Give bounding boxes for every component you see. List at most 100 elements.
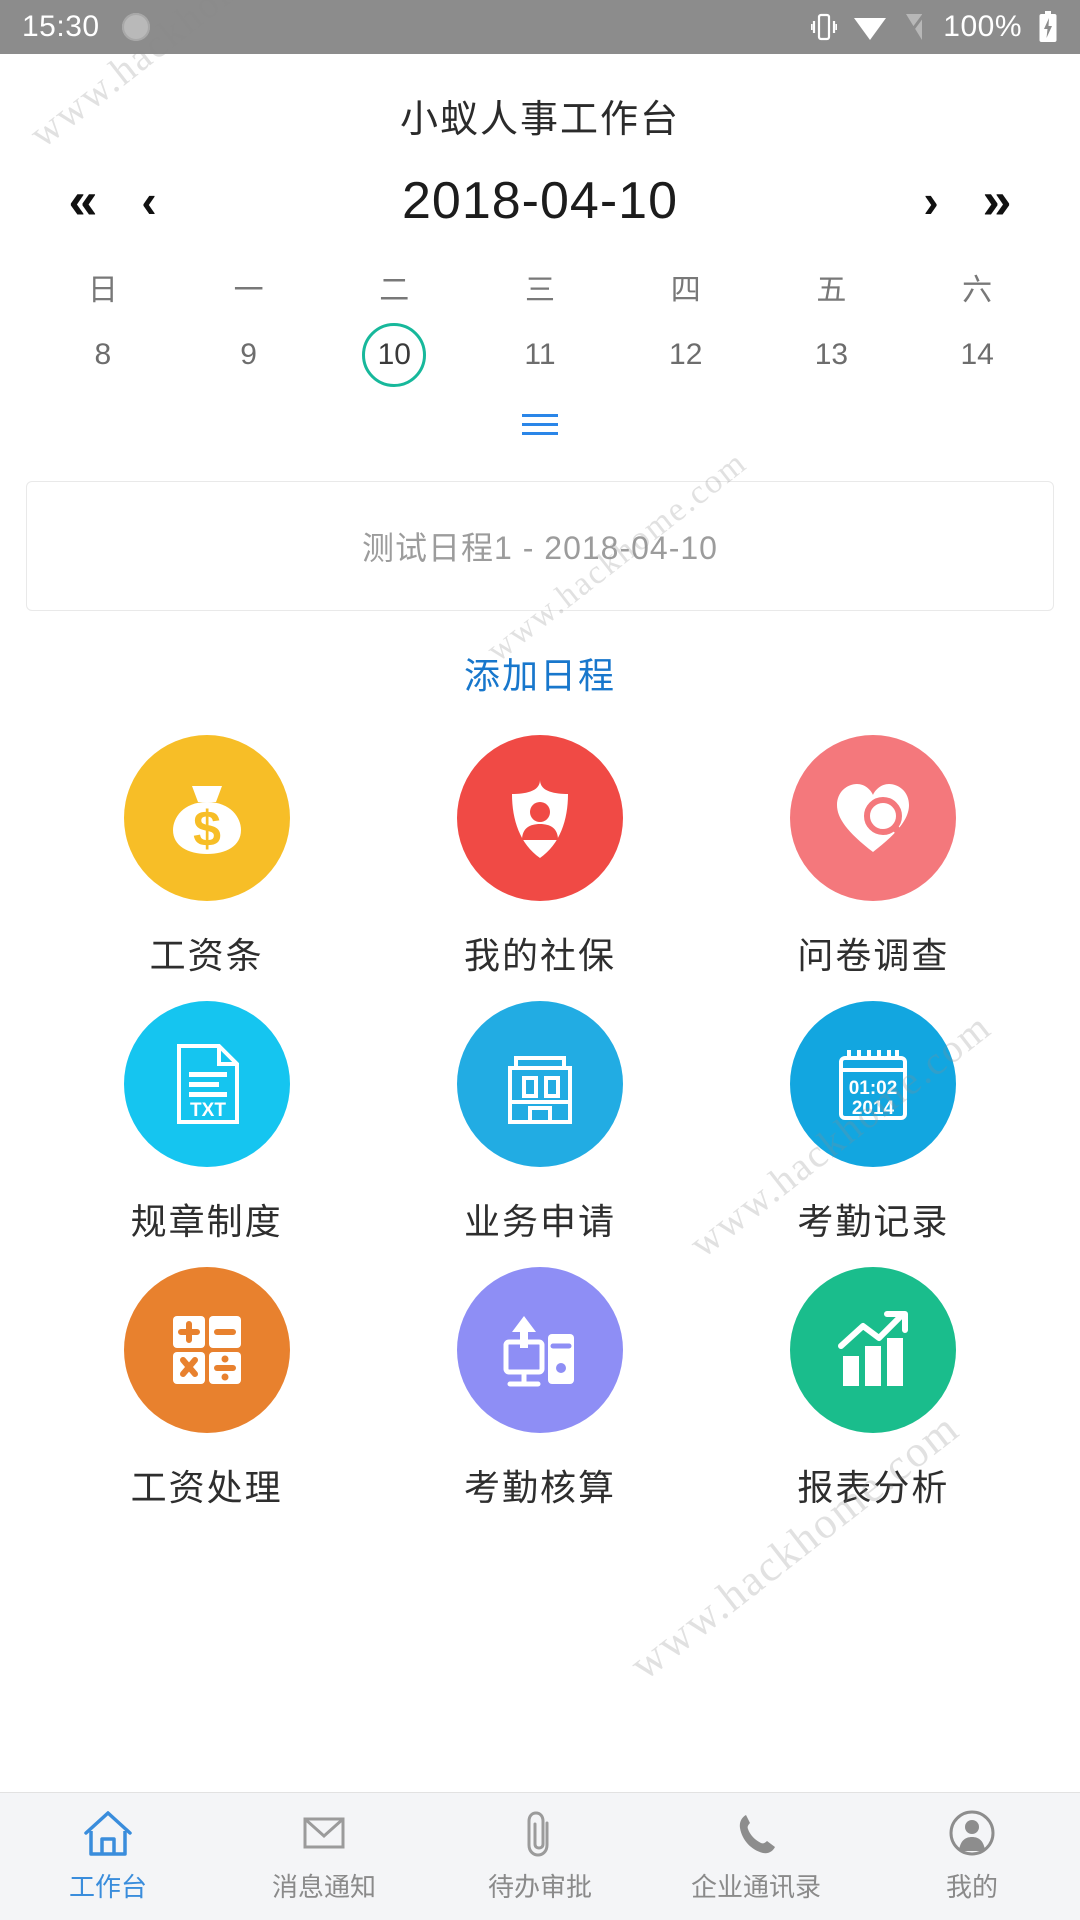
app-icon-circle: TXT <box>123 1001 290 1167</box>
calendar-clock-icon: 01:02 2014 <box>839 1050 908 1120</box>
phone-icon <box>739 1815 775 1854</box>
app-tile-report-analysis[interactable]: 报表分析 <box>707 1267 1040 1511</box>
app-tile-social-insurance[interactable]: 我的社保 <box>373 735 706 979</box>
upload-device-icon <box>503 1316 574 1387</box>
app-tile-survey[interactable]: 问卷调查 <box>707 735 1040 979</box>
app-tile-attendance-accounting[interactable]: 考勤核算 <box>373 1267 706 1511</box>
status-bar: 15:30 100% <box>0 0 1080 54</box>
heart-search-icon <box>837 784 911 852</box>
vibrate-icon <box>811 13 838 41</box>
calendar-day-number: 13 <box>814 338 849 371</box>
battery-charging-icon <box>1039 11 1057 42</box>
calendar-day-number: 14 <box>960 338 994 371</box>
weekday-label: 五 <box>816 274 847 307</box>
svg-text:TXT: TXT <box>190 1100 226 1121</box>
schedule-card[interactable]: 测试日程1 - 2018-04-10 <box>26 481 1054 611</box>
status-time: 15:30 <box>22 10 100 43</box>
app-tile-label: 我的社保 <box>463 935 616 976</box>
tab-contacts[interactable]: 企业通讯录 <box>648 1809 864 1904</box>
calendar-current-date[interactable]: 2018-04-10 <box>182 171 898 231</box>
calendar-day-number: 12 <box>669 338 703 371</box>
app-tile-payroll-processing[interactable]: 工资处理 <box>40 1267 373 1511</box>
envelope-icon <box>303 1817 345 1849</box>
battery-percent: 100% <box>943 10 1022 43</box>
signal-icon <box>904 12 927 41</box>
wifi-icon <box>854 18 887 40</box>
calendar-day-cell[interactable]: 11 <box>467 317 613 393</box>
calendar-day-cell-selected[interactable]: 10 <box>321 317 467 393</box>
tab-label: 企业通讯录 <box>690 1872 821 1902</box>
bottom-tab-bar: 工作台 消息通知 待办审批 企业通讯录 我的 <box>0 1792 1080 1920</box>
app-tile-label: 考勤核算 <box>463 1467 616 1508</box>
paperclip-icon <box>527 1811 549 1857</box>
tab-approvals[interactable]: 待办审批 <box>432 1809 648 1904</box>
svg-text:$: $ <box>193 801 221 857</box>
calendar-day-number: 9 <box>240 338 257 371</box>
app-tile-business-request[interactable]: 业务申请 <box>373 1001 706 1245</box>
app-root: 15:30 100% 小蚁人事工作台 « ‹ 2018-04-10 › » 日 … <box>0 0 1080 1920</box>
app-tile-rules[interactable]: TXT 规章制度 <box>40 1001 373 1245</box>
app-tile-payslip[interactable]: $ 工资条 <box>40 735 373 979</box>
tab-label: 待办审批 <box>487 1872 592 1902</box>
tab-profile[interactable]: 我的 <box>864 1809 1080 1904</box>
app-icon-circle <box>456 735 623 901</box>
app-icon-circle: 01:02 2014 <box>790 1001 957 1167</box>
calendar-next-button[interactable]: › <box>898 178 964 224</box>
tab-label: 工作台 <box>68 1872 147 1902</box>
calendar-header: « ‹ 2018-04-10 › » <box>0 153 1080 249</box>
building-icon <box>507 1056 572 1124</box>
calendar-day-row: 8 9 10 11 12 13 14 <box>0 317 1080 393</box>
app-tile-attendance-record[interactable]: 01:02 2014 考勤记录 <box>707 1001 1040 1245</box>
app-icon-circle <box>790 735 957 901</box>
calendar-prev-button[interactable]: ‹ <box>116 178 182 224</box>
weekday-label: 二 <box>379 274 410 307</box>
calendar-day-cell[interactable]: 8 <box>30 317 176 393</box>
home-icon <box>84 1811 132 1856</box>
weekday-label: 三 <box>524 274 555 307</box>
app-tile-label: 规章制度 <box>130 1201 283 1242</box>
calendar-day-cell[interactable]: 9 <box>176 317 322 393</box>
app-tile-label: 考勤记录 <box>797 1201 950 1242</box>
calendar-weekday-row: 日 一 二 三 四 五 六 <box>0 249 1080 317</box>
app-tile-label: 报表分析 <box>797 1467 950 1508</box>
weekday-label: 日 <box>87 274 118 307</box>
shield-person-icon <box>511 780 568 858</box>
app-tile-label: 业务申请 <box>463 1201 616 1242</box>
app-icon-circle <box>456 1001 623 1167</box>
weekday-label: 一 <box>233 274 264 307</box>
txt-document-icon: TXT <box>176 1044 239 1124</box>
calendar-icon-year: 2014 <box>852 1098 895 1119</box>
status-right-group: 100% <box>811 10 1058 44</box>
tab-label: 我的 <box>945 1872 998 1902</box>
weekday-label: 四 <box>670 274 701 307</box>
status-notification-dot-icon <box>121 13 150 41</box>
schedule-item-text: 测试日程1 - 2018-04-10 <box>362 530 718 566</box>
app-tile-label: 工资条 <box>149 935 264 976</box>
calendar-last-year-button[interactable]: » <box>964 175 1030 227</box>
hamburger-expand-icon-line <box>522 431 558 435</box>
calendar-expand-button[interactable] <box>0 397 1080 451</box>
hamburger-expand-icon-line <box>522 413 558 417</box>
app-tile-label: 工资处理 <box>130 1467 283 1508</box>
app-icon-circle: $ <box>123 735 290 901</box>
calendar-day-number: 10 <box>362 323 427 387</box>
calendar-day-cell[interactable]: 12 <box>613 317 759 393</box>
app-tile-label: 问卷调查 <box>797 935 950 976</box>
page-title: 小蚁人事工作台 <box>399 99 680 141</box>
tab-label: 消息通知 <box>271 1872 376 1902</box>
add-schedule-link[interactable]: 添加日程 <box>0 611 1080 721</box>
tab-messages[interactable]: 消息通知 <box>216 1809 432 1904</box>
person-icon <box>949 1810 995 1856</box>
calendar-first-year-button[interactable]: « <box>50 175 116 227</box>
app-icon-circle <box>456 1267 623 1433</box>
calculator-icon <box>172 1316 241 1384</box>
app-icon-circle <box>123 1267 290 1433</box>
calendar-day-number: 8 <box>94 338 112 371</box>
bar-chart-growth-icon <box>838 1311 909 1386</box>
calendar-day-cell[interactable]: 14 <box>904 317 1050 393</box>
money-bag-icon: $ <box>172 786 241 857</box>
hamburger-expand-icon-line <box>522 422 558 426</box>
tab-workbench[interactable]: 工作台 <box>0 1809 216 1904</box>
calendar-icon-time: 01:02 <box>849 1078 898 1099</box>
calendar-day-cell[interactable]: 13 <box>759 317 905 393</box>
